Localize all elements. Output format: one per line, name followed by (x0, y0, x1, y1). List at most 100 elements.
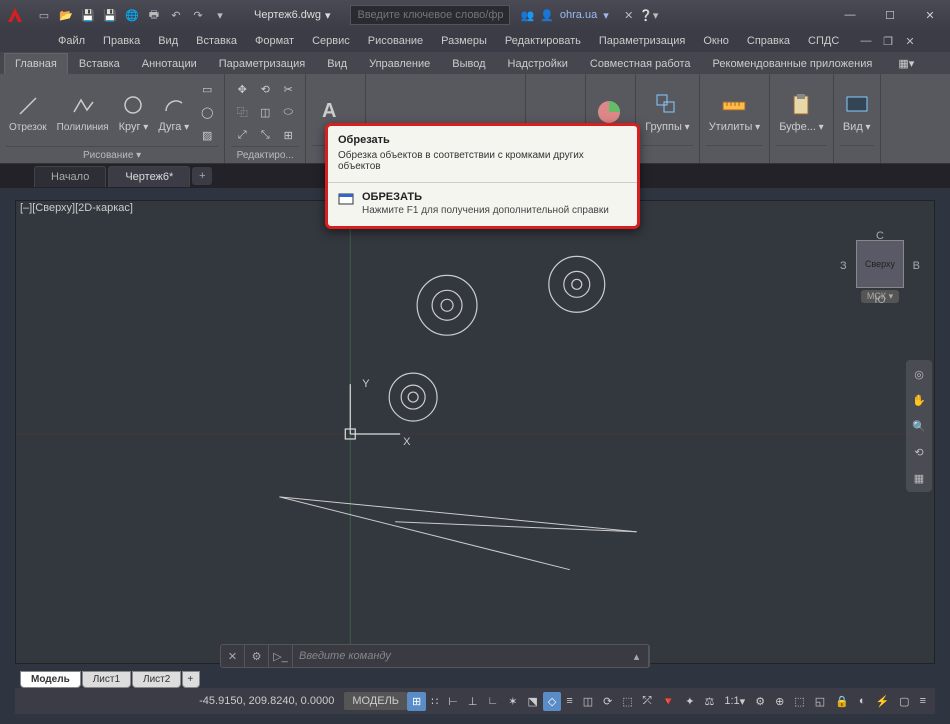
status-dyn-icon[interactable]: ⊥ (463, 692, 483, 711)
status-snap-icon[interactable]: ∷ (426, 692, 443, 711)
polyline-button[interactable]: Полилиния (54, 90, 112, 135)
status-annomon-icon[interactable]: ⊕ (770, 692, 789, 711)
tab-collab[interactable]: Совместная работа (579, 53, 702, 74)
cmdline-customize-icon[interactable]: ⚙ (245, 645, 269, 667)
status-scale[interactable]: 1:1 ▾ (719, 692, 750, 711)
saveas-icon[interactable]: 💾 (100, 5, 120, 25)
doctab-current[interactable]: Чертеж6* (108, 166, 190, 187)
drawing-canvas[interactable]: Y X (15, 200, 935, 664)
status-hwaccel-icon[interactable]: ⚡ (870, 692, 894, 711)
tab-featured[interactable]: Рекомендованные приложения (702, 53, 884, 74)
status-dynucs-icon[interactable]: ⤱ (638, 692, 657, 711)
status-lwt-icon[interactable]: ≡ (561, 692, 577, 710)
nav-wheel-icon[interactable]: ◎ (909, 364, 929, 384)
menu-format[interactable]: Формат (247, 33, 302, 49)
utilities-button[interactable]: Утилиты ▾ (706, 89, 764, 135)
tab-extra-icon[interactable]: ▦▾ (887, 52, 925, 74)
nav-pan-icon[interactable]: ✋ (909, 390, 929, 410)
status-units-icon[interactable]: ⬚ (789, 692, 809, 711)
user-area[interactable]: 👥 👤 ohra.ua ▾ (510, 9, 618, 22)
status-transparency-icon[interactable]: ◫ (578, 692, 598, 711)
tab-view[interactable]: Вид (316, 53, 358, 74)
tab-insert[interactable]: Вставка (68, 53, 131, 74)
viewport-label[interactable]: [–][Сверху][2D-каркас] (20, 202, 133, 214)
trim-icon[interactable]: ✂ (277, 78, 299, 100)
doc-minimize-button[interactable]: — (856, 31, 876, 51)
tab-annotate[interactable]: Аннотации (131, 53, 208, 74)
cmdline-history-icon[interactable]: ▴ (625, 645, 649, 667)
redo-icon[interactable]: ↷ (188, 5, 208, 25)
layout-sheet2[interactable]: Лист2 (132, 671, 181, 688)
status-ortho-icon[interactable]: ∟ (482, 692, 503, 710)
menu-view[interactable]: Вид (150, 33, 186, 49)
plot-icon[interactable]: 🖶 (144, 5, 164, 25)
tab-addins[interactable]: Надстройки (497, 53, 579, 74)
move-icon[interactable]: ✥ (231, 78, 253, 100)
status-clean-icon[interactable]: ▢ (894, 692, 914, 711)
help-dropdown-icon[interactable]: ❔▾ (639, 5, 659, 25)
web-icon[interactable]: 🌐 (122, 5, 142, 25)
array-icon[interactable]: ⊞ (277, 124, 299, 146)
coordinates[interactable]: -45.9150, 209.8240, 0.0000 (189, 695, 344, 707)
status-iso-icon[interactable]: ⬔ (522, 692, 542, 711)
status-filter-icon[interactable]: 🔻 (657, 692, 681, 711)
cmdline-input[interactable]: Введите команду (293, 650, 625, 662)
hatch-icon[interactable]: ▨ (196, 124, 218, 146)
status-infer-icon[interactable]: ⊢ (443, 692, 463, 711)
nav-showmotion-icon[interactable]: ▦ (909, 468, 929, 488)
groups-button[interactable]: Группы ▾ (642, 89, 692, 135)
mirror-icon[interactable]: ◫ (254, 101, 276, 123)
maximize-button[interactable]: ☐ (870, 0, 910, 30)
status-osnap-icon[interactable]: ◇ (543, 692, 561, 711)
menu-param[interactable]: Параметризация (591, 33, 693, 49)
viewcube-east[interactable]: В (913, 260, 920, 272)
status-model-button[interactable]: МОДЕЛЬ (344, 692, 407, 710)
circle-button[interactable]: Круг ▾ (116, 89, 152, 135)
tab-parametric[interactable]: Параметризация (208, 53, 316, 74)
menu-edit[interactable]: Правка (95, 33, 148, 49)
viewcube-north[interactable]: С (876, 230, 884, 242)
status-isolate-icon[interactable]: ◐ (854, 692, 871, 710)
menu-help[interactable]: Справка (739, 33, 798, 49)
layout-sheet1[interactable]: Лист1 (82, 671, 131, 688)
nav-orbit-icon[interactable]: ⟲ (909, 442, 929, 462)
status-ws-icon[interactable]: ⚙ (750, 692, 770, 711)
stretch-icon[interactable]: ⤢ (231, 124, 253, 146)
viewcube-face[interactable]: Сверху (856, 240, 904, 288)
status-annoscale-icon[interactable]: ⚖ (700, 692, 720, 711)
command-line[interactable]: ✕ ⚙ ▷_ Введите команду ▴ (220, 644, 650, 668)
status-cycling-icon[interactable]: ⟳ (598, 692, 617, 711)
rotate-icon[interactable]: ⟲ (254, 78, 276, 100)
menu-service[interactable]: Сервис (304, 33, 358, 49)
save-icon[interactable]: 💾 (78, 5, 98, 25)
new-icon[interactable]: ▭ (34, 5, 54, 25)
clipboard-button[interactable]: Буфе... ▾ (776, 89, 827, 135)
line-button[interactable]: Отрезок (6, 90, 50, 135)
viewcube-south[interactable]: Ю (874, 294, 885, 306)
status-polar-icon[interactable]: ✶ (503, 692, 522, 711)
view-cube[interactable]: С З В Сверху Ю МСК ▾ (840, 230, 920, 320)
status-gizmo-icon[interactable]: ✦ (680, 692, 699, 711)
layout-model[interactable]: Модель (20, 671, 81, 688)
doctab-add-button[interactable]: + (192, 167, 212, 185)
status-custom-icon[interactable]: ≡ (915, 692, 931, 710)
cmdline-close-icon[interactable]: ✕ (221, 645, 245, 667)
arc-button[interactable]: Дуга ▾ (155, 89, 192, 135)
ellipse-icon[interactable]: ◯ (196, 101, 218, 123)
tab-output[interactable]: Вывод (441, 53, 496, 74)
undo-icon[interactable]: ↶ (166, 5, 186, 25)
exchange-icon[interactable]: ✕ (619, 5, 639, 25)
panel-draw-title[interactable]: Рисование ▾ (6, 146, 218, 164)
status-grid-icon[interactable]: ⊞ (407, 692, 426, 711)
layout-add-button[interactable]: + (182, 671, 200, 688)
menu-dims[interactable]: Размеры (433, 33, 495, 49)
search-input[interactable] (350, 5, 510, 25)
scale-icon[interactable]: ⤡ (254, 124, 276, 146)
nav-zoom-icon[interactable]: 🔍 (909, 416, 929, 436)
doctab-start[interactable]: Начало (34, 166, 106, 187)
viewcube-west[interactable]: З (840, 260, 847, 272)
doc-dropdown-icon[interactable]: ▾ (325, 9, 331, 22)
menu-window[interactable]: Окно (695, 33, 737, 49)
menu-spds[interactable]: СПДС (800, 33, 847, 49)
copy-icon[interactable]: ⿻ (231, 101, 253, 123)
